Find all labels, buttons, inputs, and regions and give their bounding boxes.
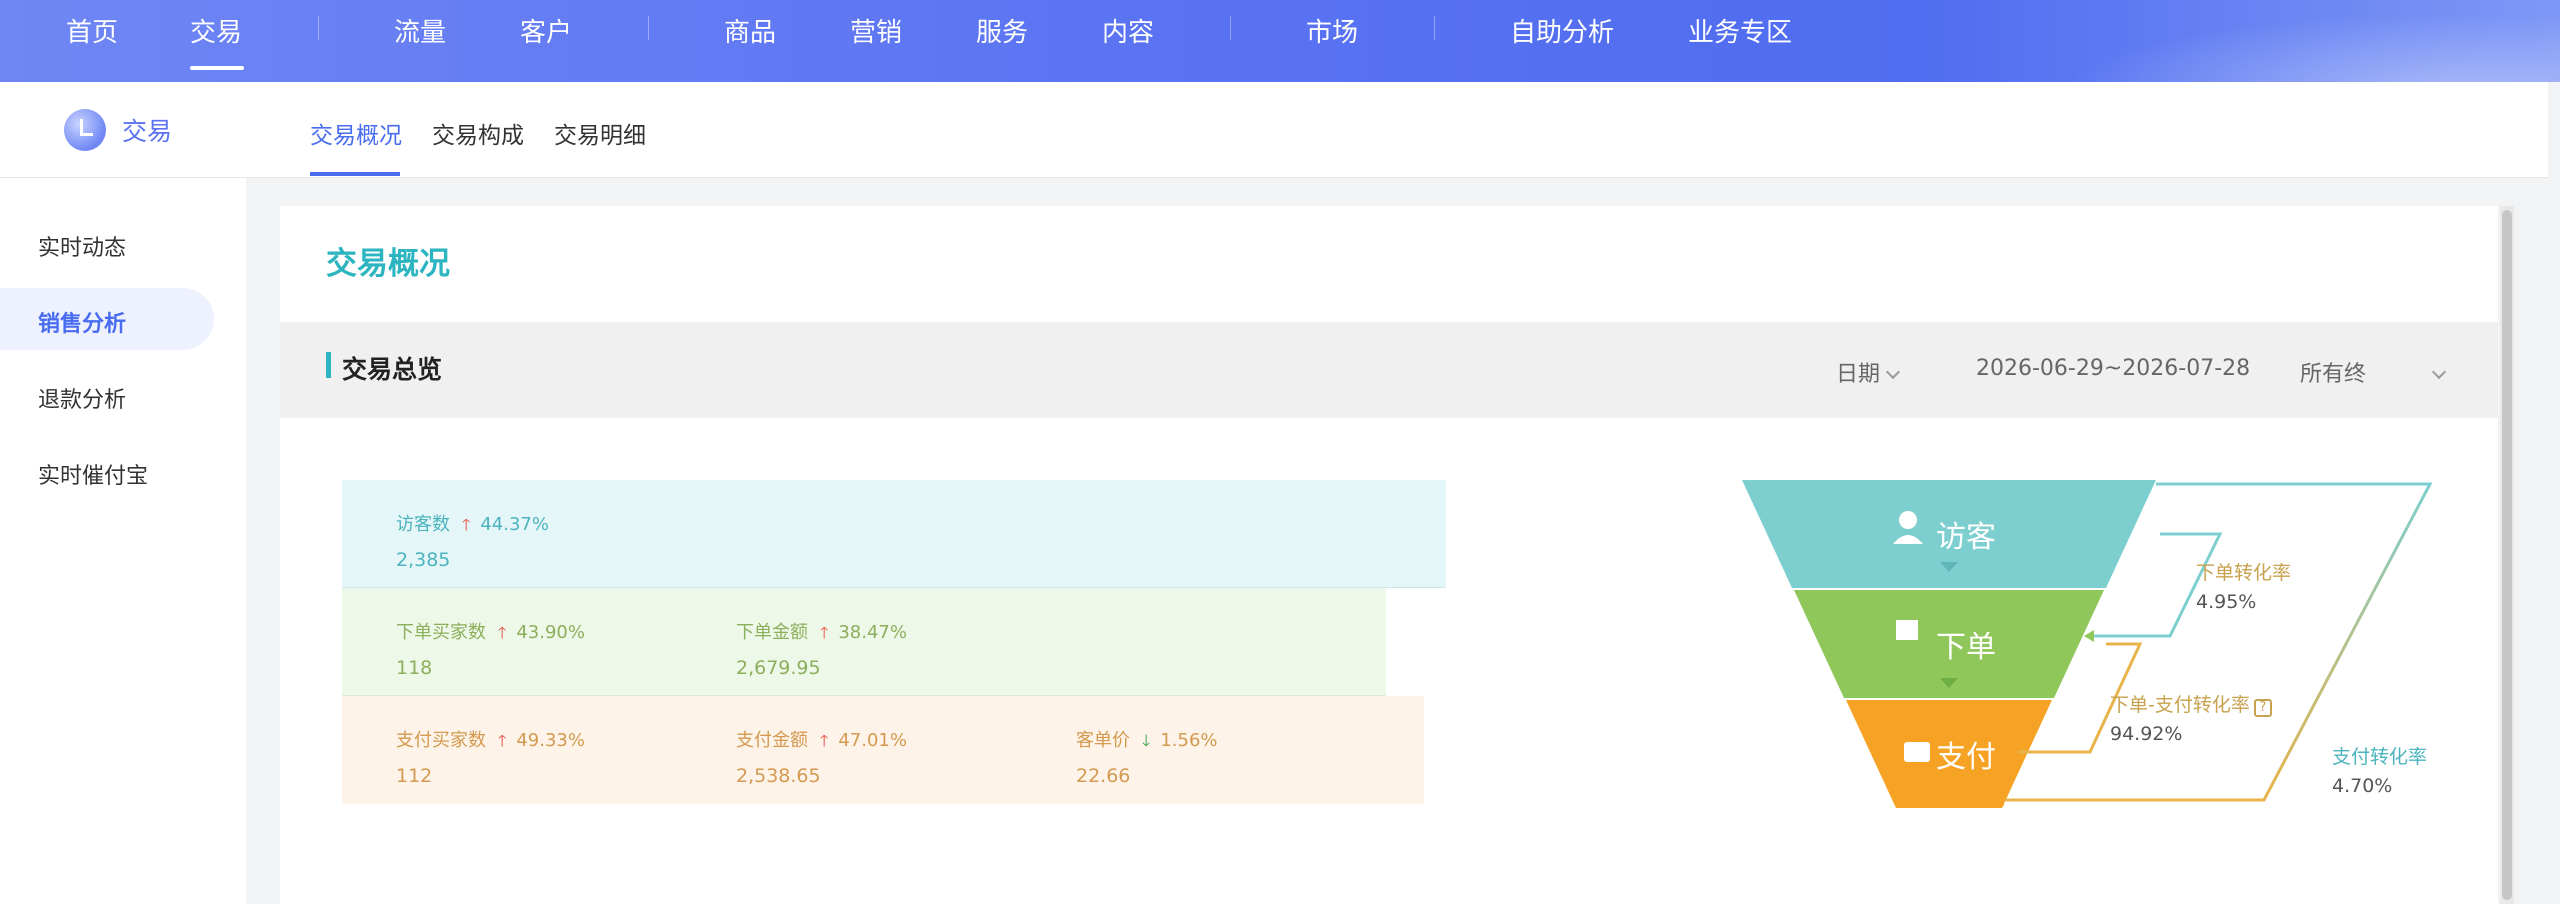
sub-header: 交易 交易概况 交易构成 交易明细	[0, 82, 2548, 178]
metric-change: 49.33%	[516, 730, 585, 751]
date-type-label: 日期	[1836, 362, 1881, 387]
funnel-stage-order: 下单	[1936, 630, 1996, 665]
metric-change: 47.01%	[838, 730, 907, 751]
nav-marketing[interactable]: 营销	[850, 12, 902, 49]
rate-value: 4.95%	[2196, 591, 2257, 613]
rate-label: 支付转化率	[2332, 746, 2428, 768]
page-title: 交易概况	[326, 246, 450, 282]
order-pay-conversion-rate: 下单-支付转化率? 94.92%	[2110, 690, 2272, 745]
scrollbar-thumb[interactable]	[2502, 210, 2512, 900]
overview-header: 交易总览 日期 2026-06-29~2026-07-28 所有终	[280, 322, 2498, 418]
chevron-down-icon	[1885, 364, 1901, 380]
order-icon	[1896, 620, 1918, 640]
arrow-up-icon: 🡑	[498, 623, 507, 642]
pay-conversion-rate: 支付转化率 4.70%	[2332, 742, 2427, 797]
nav-customer[interactable]: 客户	[520, 12, 572, 49]
date-type-select[interactable]: 日期	[1836, 356, 1901, 388]
chevron-down-icon	[2431, 364, 2447, 380]
rate-value: 4.70%	[2332, 775, 2393, 797]
funnel-stage-visitor: 访客	[1936, 520, 1996, 555]
metric-pay-amount[interactable]: 支付金额 🡑 47.01% 2,538.65	[736, 726, 907, 787]
metric-unit-price[interactable]: 客单价 🡓 1.56% 22.66	[1076, 726, 1218, 787]
metric-value: 2,679.95	[736, 657, 821, 679]
wallet-icon	[1904, 742, 1930, 762]
tab-trade-overview[interactable]: 交易概况	[310, 116, 402, 150]
nav-divider	[318, 16, 319, 40]
metric-change: 43.90%	[516, 622, 585, 643]
metric-label: 下单金额	[736, 622, 808, 643]
arrow-up-icon: 🡑	[462, 515, 471, 534]
nav-market[interactable]: 市场	[1306, 12, 1358, 49]
metric-label: 客单价	[1076, 730, 1130, 751]
payment-band: 支付买家数 🡑 49.33% 112 支付金额 🡑 47.01% 2,538.65 客单…	[342, 696, 1424, 804]
sidebar-item-payment-reminder[interactable]: 实时催付宝	[38, 458, 148, 490]
metric-label: 支付金额	[736, 730, 808, 751]
tab-trade-composition[interactable]: 交易构成	[432, 116, 524, 150]
user-icon	[1899, 511, 1917, 529]
metric-value: 2,538.65	[736, 765, 821, 787]
nav-active-indicator	[190, 66, 244, 70]
nav-divider	[1434, 16, 1435, 40]
rate-value: 94.92%	[2110, 723, 2183, 745]
sidebar-item-sales-analysis[interactable]: 销售分析	[38, 306, 126, 338]
nav-content[interactable]: 内容	[1102, 12, 1154, 49]
section-title: 交易总览	[342, 355, 443, 384]
tab-trade-detail[interactable]: 交易明细	[554, 116, 646, 150]
arrow-up-icon: 🡑	[820, 623, 829, 642]
metric-order-amount[interactable]: 下单金额 🡑 38.47% 2,679.95	[736, 618, 907, 679]
nav-product[interactable]: 商品	[724, 12, 776, 49]
metric-label: 访客数	[396, 514, 450, 535]
section-accent	[326, 352, 331, 378]
arrow-up-icon: 🡑	[820, 731, 829, 750]
metric-change: 38.47%	[838, 622, 907, 643]
help-icon[interactable]: ?	[2253, 699, 2272, 717]
arrow-down-icon: 🡓	[1142, 731, 1151, 750]
metric-order-buyers[interactable]: 下单买家数 🡑 43.90% 118	[396, 618, 585, 679]
metric-value: 22.66	[1076, 765, 1131, 787]
tab-active-indicator	[310, 172, 400, 176]
sidebar-item-realtime[interactable]: 实时动态	[38, 230, 126, 262]
funnel-stage-pay: 支付	[1936, 740, 1996, 775]
nav-trade[interactable]: 交易	[190, 12, 242, 49]
section-name: 交易	[122, 117, 173, 146]
nav-decoration	[2000, 0, 2560, 82]
metric-change: 1.56%	[1160, 730, 1218, 751]
nav-divider	[1230, 16, 1231, 40]
order-conversion-rate: 下单转化率 4.95%	[2196, 558, 2291, 613]
nav-traffic[interactable]: 流量	[394, 12, 446, 49]
metric-label: 支付买家数	[396, 730, 486, 751]
metric-change: 44.37%	[480, 514, 549, 535]
vertical-scrollbar[interactable]	[2500, 206, 2514, 904]
nav-business-zone[interactable]: 业务专区	[1688, 12, 1792, 49]
metric-label: 下单买家数	[396, 622, 486, 643]
visitor-band: 访客数 🡑 44.37% 2,385	[342, 480, 1446, 588]
rate-label: 下单转化率	[2196, 562, 2292, 584]
metric-pay-buyers[interactable]: 支付买家数 🡑 49.33% 112	[396, 726, 585, 787]
rate-label: 下单-支付转化率	[2110, 694, 2250, 716]
metric-value: 2,385	[396, 549, 451, 571]
sidebar-item-refund-analysis[interactable]: 退款分析	[38, 382, 126, 414]
metric-visitors[interactable]: 访客数 🡑 44.37% 2,385	[396, 510, 549, 571]
arrow-left-icon	[2084, 630, 2094, 642]
nav-service[interactable]: 服务	[976, 12, 1028, 49]
top-nav: 首页 交易 流量 客户 商品 营销 服务 内容 市场 自助分析 业务专区	[0, 0, 2560, 82]
sidebar: 实时动态 销售分析 退款分析 实时催付宝	[0, 178, 246, 904]
nav-self-analysis[interactable]: 自助分析	[1510, 12, 1614, 49]
arrow-up-icon: 🡑	[498, 731, 507, 750]
metric-value: 112	[396, 765, 433, 787]
conversion-funnel: 访客 下单 支付 下单转化率 4.95% 下单-支付转化率? 94.92% 支付…	[1700, 470, 2460, 830]
section-brand: 交易	[64, 108, 172, 152]
metric-value: 118	[396, 657, 433, 679]
terminal-select[interactable]: 所有终	[2300, 356, 2447, 388]
order-band: 下单买家数 🡑 43.90% 118 下单金额 🡑 38.47% 2,679.95	[342, 588, 1386, 696]
trade-logo-icon	[64, 109, 106, 151]
nav-divider	[648, 16, 649, 40]
date-range-picker[interactable]: 2026-06-29~2026-07-28	[1976, 356, 2250, 381]
terminal-label: 所有终	[2300, 362, 2367, 387]
nav-home[interactable]: 首页	[66, 12, 118, 49]
